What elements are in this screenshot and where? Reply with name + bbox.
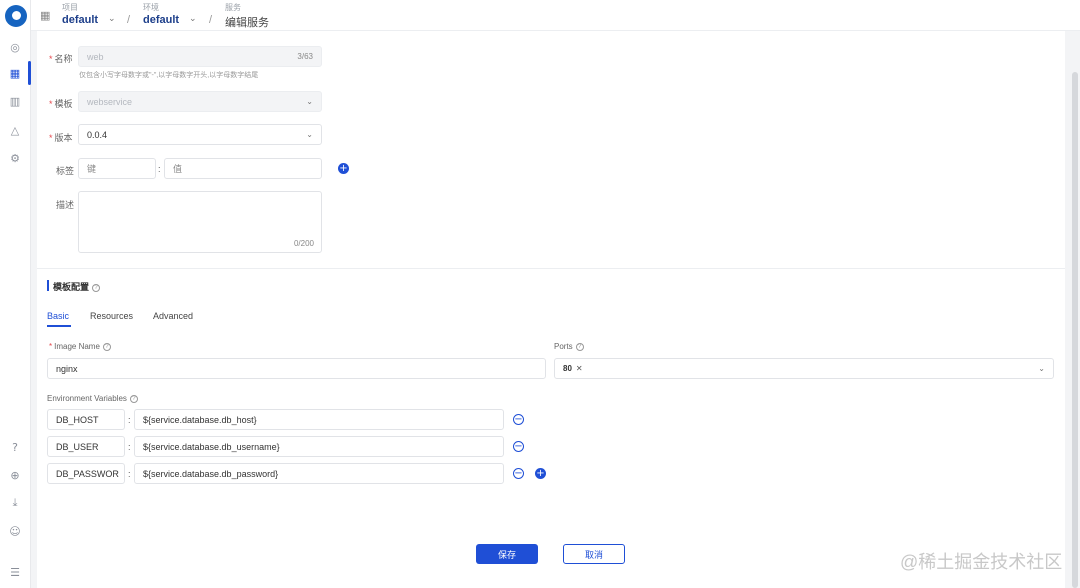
- remove-env-button[interactable]: −: [513, 441, 524, 452]
- char-count: 0/200: [293, 239, 314, 248]
- image-name-input[interactable]: nginx: [47, 358, 546, 379]
- tag-key-input[interactable]: 键: [78, 158, 156, 179]
- version-label: * 版本: [49, 133, 73, 143]
- env-vars-label: Environment Variables?: [47, 394, 138, 403]
- template-label: * 模板: [49, 99, 73, 109]
- warning-icon[interactable]: △: [6, 121, 24, 139]
- chevron-down-icon[interactable]: ⌄: [189, 14, 197, 24]
- tags-label: 标签: [56, 166, 75, 176]
- bar-chart-icon[interactable]: ▥: [6, 92, 24, 110]
- service-label: 服务: [225, 3, 241, 12]
- description-textarea[interactable]: 0/200: [78, 191, 322, 253]
- env-key-input[interactable]: DB_PASSWOR: [47, 463, 125, 484]
- help-icon[interactable]: ?: [6, 438, 24, 456]
- env-value-input[interactable]: ${service.database.db_username}: [134, 436, 504, 457]
- tag-value-input[interactable]: 值: [164, 158, 322, 179]
- breadcrumb: ▦ 项目 default ⌄ / 环境 default ⌄ / 服务 编辑服务: [31, 0, 1080, 31]
- tag-colon: :: [158, 164, 161, 174]
- tab-underline: [47, 325, 71, 327]
- version-select[interactable]: 0.0.4 ⌄: [78, 124, 322, 145]
- port-tag: 80 ✕: [563, 364, 583, 373]
- chevron-down-icon: ⌄: [306, 97, 313, 106]
- image-name-value: nginx: [56, 363, 78, 374]
- tag-key-placeholder: 键: [87, 164, 97, 174]
- question-circle-icon[interactable]: ?: [129, 394, 138, 403]
- remove-env-button[interactable]: −: [513, 414, 524, 425]
- env-select[interactable]: default: [143, 14, 179, 26]
- globe-icon[interactable]: ⊕: [6, 466, 24, 484]
- char-count: 3/63: [297, 52, 313, 61]
- close-icon[interactable]: ✕: [576, 364, 583, 373]
- image-name-label: * Image Name?: [49, 342, 111, 351]
- breadcrumb-separator: /: [127, 14, 131, 26]
- question-circle-icon[interactable]: ?: [102, 342, 111, 351]
- env-value-input[interactable]: ${service.database.db_host}: [134, 409, 504, 430]
- question-circle-icon[interactable]: ?: [92, 283, 101, 292]
- env-colon: :: [128, 469, 131, 479]
- section-title: 模板配置?: [47, 280, 101, 293]
- watermark: @稀土掘金技术社区: [900, 552, 1063, 572]
- tab-advanced[interactable]: Advanced: [153, 311, 193, 321]
- chevron-down-icon: ⌄: [1038, 364, 1045, 373]
- main-card: [37, 31, 1065, 588]
- env-value-input[interactable]: ${service.database.db_password}: [134, 463, 504, 484]
- description-label: 描述: [56, 200, 75, 210]
- env-key-input[interactable]: DB_USER: [47, 436, 125, 457]
- rocket-icon[interactable]: ◎: [6, 38, 24, 56]
- version-value: 0.0.4: [87, 129, 108, 140]
- apps-grid-icon[interactable]: ▦: [6, 64, 24, 82]
- sidebar: ◎ ▦ ▥ △ ⚙ ? ⊕ ⤓ ☺ ☰: [0, 0, 31, 588]
- tab-resources[interactable]: Resources: [90, 311, 133, 321]
- name-label: * 名称: [49, 54, 73, 64]
- cancel-button[interactable]: 取消: [563, 544, 625, 564]
- name-field[interactable]: web 3/63: [78, 46, 322, 67]
- env-colon: :: [128, 442, 131, 452]
- project-select[interactable]: default: [62, 14, 98, 26]
- section-divider: [37, 268, 1065, 269]
- tag-value-placeholder: 值: [173, 164, 183, 174]
- name-hint: 仅包含小写字母数字或"-",以字母数字开头,以字母数字结尾: [79, 72, 259, 79]
- user-circle-icon[interactable]: ☺: [6, 522, 24, 540]
- logo[interactable]: [5, 5, 27, 27]
- template-select[interactable]: webservice ⌄: [78, 91, 322, 112]
- breadcrumb-separator: /: [209, 14, 213, 26]
- menu-collapse-icon[interactable]: ☰: [6, 563, 24, 581]
- active-indicator: [28, 61, 31, 85]
- tab-basic[interactable]: Basic: [47, 311, 69, 321]
- remove-env-button[interactable]: −: [513, 468, 524, 479]
- env-key-input[interactable]: DB_HOST: [47, 409, 125, 430]
- apps-grid-icon[interactable]: ▦: [40, 9, 50, 22]
- name-value: web: [87, 51, 104, 62]
- question-circle-icon[interactable]: ?: [575, 342, 584, 351]
- add-tag-button[interactable]: +: [338, 163, 349, 174]
- page-title: 编辑服务: [225, 17, 269, 29]
- project-label: 项目: [62, 3, 78, 12]
- scrollbar[interactable]: [1072, 72, 1078, 588]
- save-button[interactable]: 保存: [476, 544, 538, 564]
- ports-label: Ports?: [554, 342, 584, 351]
- gear-icon[interactable]: ⚙: [6, 149, 24, 167]
- download-icon[interactable]: ⤓: [6, 494, 24, 512]
- template-value: webservice: [87, 96, 133, 107]
- chevron-down-icon: ⌄: [306, 130, 313, 139]
- chevron-down-icon[interactable]: ⌄: [108, 14, 116, 24]
- env-label: 环境: [143, 3, 159, 12]
- env-colon: :: [128, 415, 131, 425]
- ports-select[interactable]: 80 ✕ ⌄: [554, 358, 1054, 379]
- add-env-button[interactable]: +: [535, 468, 546, 479]
